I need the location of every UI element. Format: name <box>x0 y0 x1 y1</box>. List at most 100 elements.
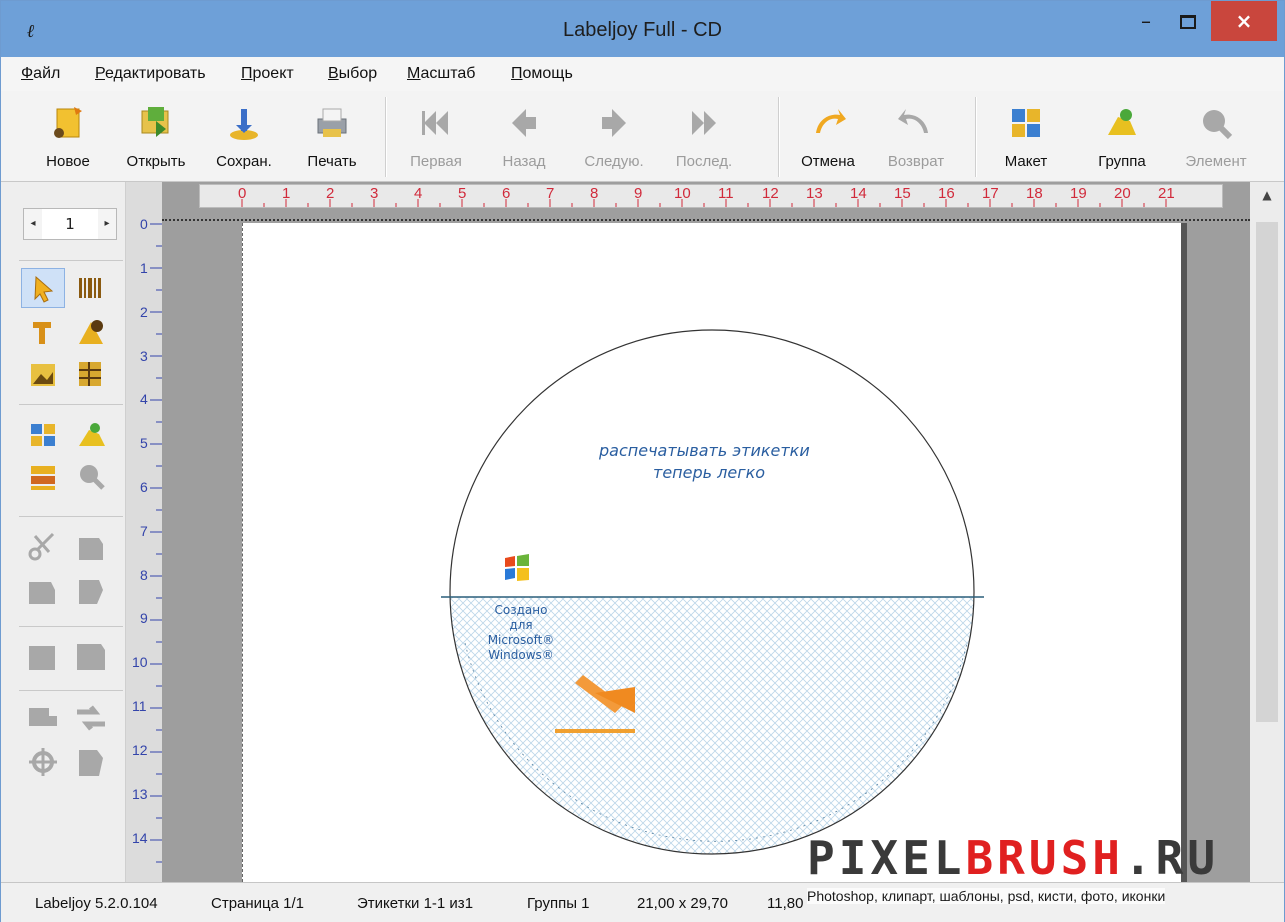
undo-icon <box>816 109 846 133</box>
menu-project-label: роект <box>252 65 294 82</box>
save-button[interactable]: Сохран. <box>201 95 287 179</box>
redo-icon <box>898 109 928 133</box>
vertical-scrollbar[interactable]: ▲ <box>1250 182 1284 882</box>
next-button[interactable]: Следую. <box>571 95 657 179</box>
minimize-button[interactable]: – <box>1129 1 1163 41</box>
status-page: Страница 1/1 <box>211 895 305 912</box>
toolbar: Новое Открыть Сохран. Печать Первая Наза… <box>1 91 1284 182</box>
copy-tool[interactable] <box>69 526 113 566</box>
menu-edit-label: едактировать <box>104 65 206 82</box>
image-icon <box>31 364 55 386</box>
cd-label-graphic[interactable] <box>243 223 1181 882</box>
page-number[interactable]: 1 <box>42 209 98 239</box>
layout-button[interactable]: Макет <box>983 95 1069 179</box>
page-next-button[interactable]: ▸ <box>98 209 116 239</box>
open-icon <box>141 107 169 137</box>
menu-bar: Файл Редактировать Проект Выбор Масштаб … <box>1 57 1284 91</box>
badge-line: Windows® <box>488 648 554 662</box>
label-title-line1[interactable]: распечатывать этикетки <box>599 441 810 460</box>
close-button[interactable]: × <box>1211 1 1277 41</box>
group-small-icon <box>79 423 105 446</box>
new-button[interactable]: Новое <box>25 95 111 179</box>
send-back-tool[interactable] <box>69 636 113 676</box>
bring-front-icon <box>29 646 55 670</box>
cut-tool[interactable] <box>21 526 65 566</box>
layout-tool[interactable] <box>21 414 65 454</box>
barcode-tool[interactable] <box>69 268 113 308</box>
paste-icon <box>29 582 55 604</box>
new-label: Новое <box>46 153 90 170</box>
first-button[interactable]: Первая <box>393 95 479 179</box>
text-tool[interactable] <box>21 312 65 352</box>
print-button[interactable]: Печать <box>289 95 375 179</box>
image-tool[interactable] <box>21 354 65 394</box>
last-button[interactable]: Послед. <box>661 95 747 179</box>
status-labels: Этикетки 1-1 из1 <box>357 895 474 912</box>
status-groups: Группы 1 <box>527 895 590 912</box>
undo-button[interactable]: Отмена <box>785 95 871 179</box>
print-label: Печать <box>307 153 357 170</box>
delete-tool[interactable] <box>69 570 113 610</box>
scroll-thumb[interactable] <box>1256 222 1278 722</box>
center-tool[interactable] <box>21 742 65 782</box>
properties-tool[interactable] <box>69 742 113 782</box>
badge-line: для <box>509 618 533 632</box>
title-bar: ℓ Labeljoy Full - CD – × <box>1 1 1284 57</box>
select-tool[interactable] <box>21 268 65 308</box>
copy-icon <box>79 538 103 560</box>
menu-project[interactable]: Проект <box>241 65 294 83</box>
group-button[interactable]: Группа <box>1079 95 1165 179</box>
horizontal-ruler: 0 1 2 3 4 5 6 7 8 9 10 11 12 13 14 15 16… <box>199 184 1223 208</box>
page-selector[interactable]: ◂ 1 ▸ <box>23 208 117 240</box>
send-back-icon <box>77 644 105 670</box>
page-prev-button[interactable]: ◂ <box>24 209 42 239</box>
tools-separator <box>19 260 123 261</box>
group-tool[interactable] <box>69 414 113 454</box>
menu-select[interactable]: Выбор <box>328 65 377 83</box>
pointer-icon <box>34 275 54 303</box>
menu-zoom-label: асштаб <box>420 65 476 82</box>
shape-tool[interactable] <box>69 312 113 352</box>
menu-select-label: ыбор <box>338 65 378 82</box>
print-icon <box>317 108 347 137</box>
layout-small-icon <box>31 424 55 446</box>
element-label: Элемент <box>1185 153 1247 170</box>
vruler-ticks <box>150 223 162 863</box>
zoom-tool[interactable] <box>69 456 113 496</box>
last-label: Послед. <box>675 153 733 170</box>
redo-button[interactable]: Возврат <box>873 95 959 179</box>
flip-tool[interactable] <box>69 698 113 738</box>
element-button[interactable]: Элемент <box>1173 95 1259 179</box>
database-icon <box>31 466 55 490</box>
back-button[interactable]: Назад <box>481 95 567 179</box>
last-icon <box>692 111 716 135</box>
maximize-icon <box>1180 15 1196 29</box>
menu-zoom[interactable]: Масштаб <box>407 65 475 83</box>
menu-edit[interactable]: Редактировать <box>95 65 206 83</box>
badge-line: Microsoft® <box>487 633 555 647</box>
next-label: Следую. <box>584 153 644 170</box>
watermark-caption: Photoshop, клипарт, шаблоны, psd, кисти,… <box>807 888 1166 904</box>
paste-tool[interactable] <box>21 570 65 610</box>
maximize-button[interactable] <box>1171 1 1205 41</box>
label-title-line2[interactable]: теперь легко <box>653 463 765 482</box>
menu-help[interactable]: Помощь <box>511 65 573 83</box>
scissors-icon <box>28 532 55 561</box>
database-tool[interactable] <box>21 456 65 496</box>
text-icon <box>33 322 51 344</box>
shape-icon <box>79 320 103 344</box>
bring-front-tool[interactable] <box>21 636 65 676</box>
label-page[interactable]: распечатывать этикетки теперь легко Созд… <box>242 223 1181 882</box>
menu-file[interactable]: Файл <box>21 65 60 83</box>
scroll-up-icon[interactable]: ▲ <box>1256 188 1278 210</box>
menu-edit-accel: Р <box>95 65 105 82</box>
windows-badge[interactable]: Создано для Microsoft® Windows® <box>481 603 561 663</box>
align-tool[interactable] <box>21 698 65 738</box>
window-title: Labeljoy Full - CD <box>563 19 722 41</box>
back-label: Назад <box>502 153 546 170</box>
badge-line: Создано <box>494 603 548 617</box>
first-label: Первая <box>410 153 462 170</box>
open-button[interactable]: Открыть <box>113 95 199 179</box>
table-tool[interactable] <box>69 354 113 394</box>
menu-file-label: айл <box>33 65 61 82</box>
